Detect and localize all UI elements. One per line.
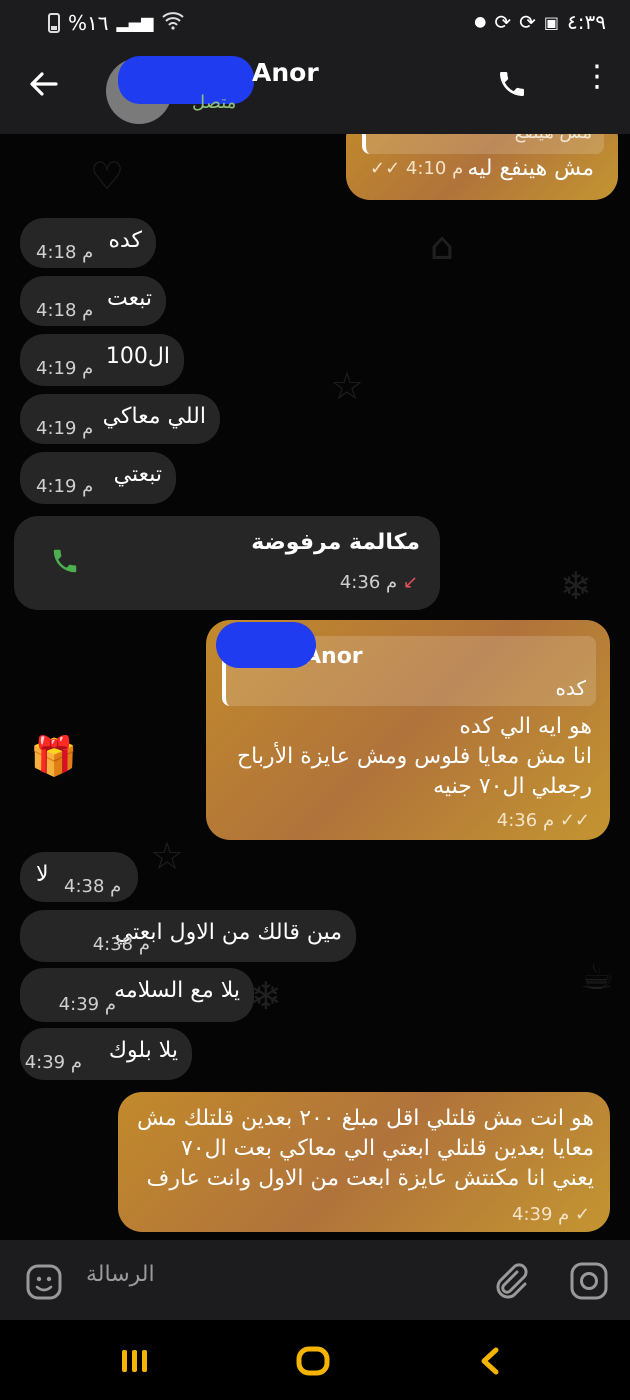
- declined-call-bubble[interactable]: مكالمة مرفوضة م 4:36 ↙: [14, 516, 440, 610]
- system-nav-bar: [0, 1320, 630, 1400]
- status-time: ٤:٣٩: [567, 10, 606, 34]
- call-icon[interactable]: [50, 546, 80, 580]
- quoted-message[interactable]: مش هينفع: [362, 134, 604, 154]
- camera-icon[interactable]: [568, 1260, 610, 1306]
- quoted-text: مش هينفع: [515, 134, 592, 143]
- home-icon[interactable]: [296, 1346, 330, 1380]
- status-bar: %١٦ ▂▄▆ ● ⟳ ⟳ ▣ ٤:٣٩: [0, 0, 630, 48]
- declined-arrow-icon: ↙: [402, 572, 418, 593]
- message-time: م 4:18: [36, 300, 94, 321]
- message-text: هو ايه الي كده انا مش معايا فلوس ومش عاي…: [236, 714, 592, 799]
- message-text: اللي معاكي: [102, 404, 206, 429]
- message-text: تبعتي: [113, 462, 162, 487]
- dot-icon: ●: [474, 14, 487, 30]
- message-time: م 4:36 ↙: [339, 572, 418, 593]
- message-time: م 4:18: [36, 242, 94, 263]
- message-time: م 4:39: [24, 1052, 82, 1073]
- call-icon[interactable]: [496, 68, 532, 108]
- message-bubble-incoming[interactable]: يلا بلوك م 4:39: [20, 1028, 192, 1080]
- call-status-text: مكالمة مرفوضة: [251, 530, 420, 555]
- message-time: م 4:38: [64, 876, 122, 897]
- message-bubble-incoming[interactable]: تبعتي م 4:19: [20, 452, 176, 504]
- message-time: ✓✓ 4:10 م: [370, 158, 464, 179]
- message-time: م 4:19: [36, 476, 94, 497]
- chat-header: Anor متصل ⋮: [0, 48, 630, 134]
- star-doodle-icon: ☆: [150, 834, 185, 878]
- read-receipt-icon: ✓✓: [370, 158, 401, 179]
- message-text: يلا مع السلامه: [114, 978, 240, 1003]
- message-text: كده: [108, 228, 142, 253]
- message-text: مش هينفع ليه: [467, 156, 594, 181]
- star-doodle-icon: ☆: [330, 364, 365, 408]
- status-left: %١٦ ▂▄▆: [48, 10, 185, 35]
- back-arrow-icon[interactable]: [28, 68, 60, 109]
- message-bubble-incoming[interactable]: مين قالك من الاول ابعتي م 4:38: [20, 910, 356, 962]
- message-time: م 4:39 ✓: [512, 1204, 591, 1225]
- message-text: تبعت: [107, 286, 152, 311]
- back-nav-icon[interactable]: [478, 1346, 502, 1380]
- quoted-text: كده: [555, 676, 587, 700]
- gallery-icon: ▣: [543, 12, 560, 32]
- message-time: م 4:39: [58, 994, 116, 1015]
- battery-icon: [48, 12, 60, 33]
- heart-doodle-icon: ♡: [90, 154, 125, 198]
- sync-icon: ⟳: [519, 10, 536, 34]
- emoji-sticker-icon[interactable]: [24, 1262, 64, 1306]
- signal-icon: ▂▄▆: [116, 13, 154, 32]
- contact-status: متصل: [192, 92, 237, 113]
- house-doodle-icon: ⌂: [430, 224, 455, 268]
- contact-name[interactable]: Anor: [252, 58, 319, 87]
- message-bubble-incoming[interactable]: كده م 4:18: [20, 218, 156, 268]
- snowflake-doodle-icon: ❄: [250, 974, 282, 1018]
- message-bubble-outgoing[interactable]: Anor كده هو ايه الي كده انا مش معايا فلو…: [206, 620, 610, 840]
- attach-icon[interactable]: [490, 1260, 530, 1304]
- message-bubble-outgoing[interactable]: هو انت مش قلتلي اقل مبلغ ٢٠٠ بعدين قلتلك…: [118, 1092, 610, 1232]
- read-receipt-icon: ✓✓: [559, 810, 590, 831]
- message-time: م 4:36 ✓✓: [496, 810, 590, 831]
- snowflake-doodle-icon: ❄: [560, 564, 592, 608]
- cup-doodle-icon: ☕: [580, 954, 615, 998]
- message-bubble-incoming[interactable]: لا م 4:38: [20, 852, 138, 902]
- message-bubble-incoming[interactable]: اللي معاكي م 4:19: [20, 394, 220, 444]
- message-time: م 4:19: [36, 418, 94, 439]
- message-bubble-outgoing[interactable]: مش هينفع مش هينفع ليه ✓✓ 4:10 م: [346, 134, 618, 200]
- wifi-icon: [161, 10, 185, 35]
- message-input-bar: الرسالة: [0, 1240, 630, 1320]
- sent-check-icon: ✓: [575, 1204, 591, 1225]
- battery-percent: %١٦: [68, 10, 109, 35]
- gift-icon: 🎁: [30, 734, 78, 778]
- message-text: يلا بلوك: [108, 1038, 178, 1063]
- message-time: م 4:38: [92, 934, 150, 955]
- message-input[interactable]: الرسالة: [86, 1262, 155, 1287]
- chat-area[interactable]: 🎁 ⌂ ☆ ❄ ♡ ★ ❄ ☕ ☆ مش هينفع مش هينفع ليه …: [0, 134, 630, 1240]
- message-bubble-incoming[interactable]: تبعت م 4:18: [20, 276, 166, 326]
- message-text: لا: [36, 862, 49, 887]
- sync-icon: ⟳: [494, 10, 512, 34]
- message-bubble-incoming[interactable]: يلا مع السلامه م 4:39: [20, 968, 254, 1022]
- message-text: هو انت مش قلتلي اقل مبلغ ٢٠٠ بعدين قلتلك…: [136, 1106, 594, 1191]
- status-right: ● ⟳ ⟳ ▣ ٤:٣٩: [474, 10, 606, 34]
- message-bubble-incoming[interactable]: ال100 م 4:19: [20, 334, 184, 386]
- recents-icon[interactable]: [120, 1348, 150, 1378]
- more-menu-icon[interactable]: ⋮: [582, 62, 612, 110]
- redaction-scribble: [216, 622, 316, 668]
- message-time: م 4:19: [36, 358, 94, 379]
- message-text: ال100: [105, 344, 170, 369]
